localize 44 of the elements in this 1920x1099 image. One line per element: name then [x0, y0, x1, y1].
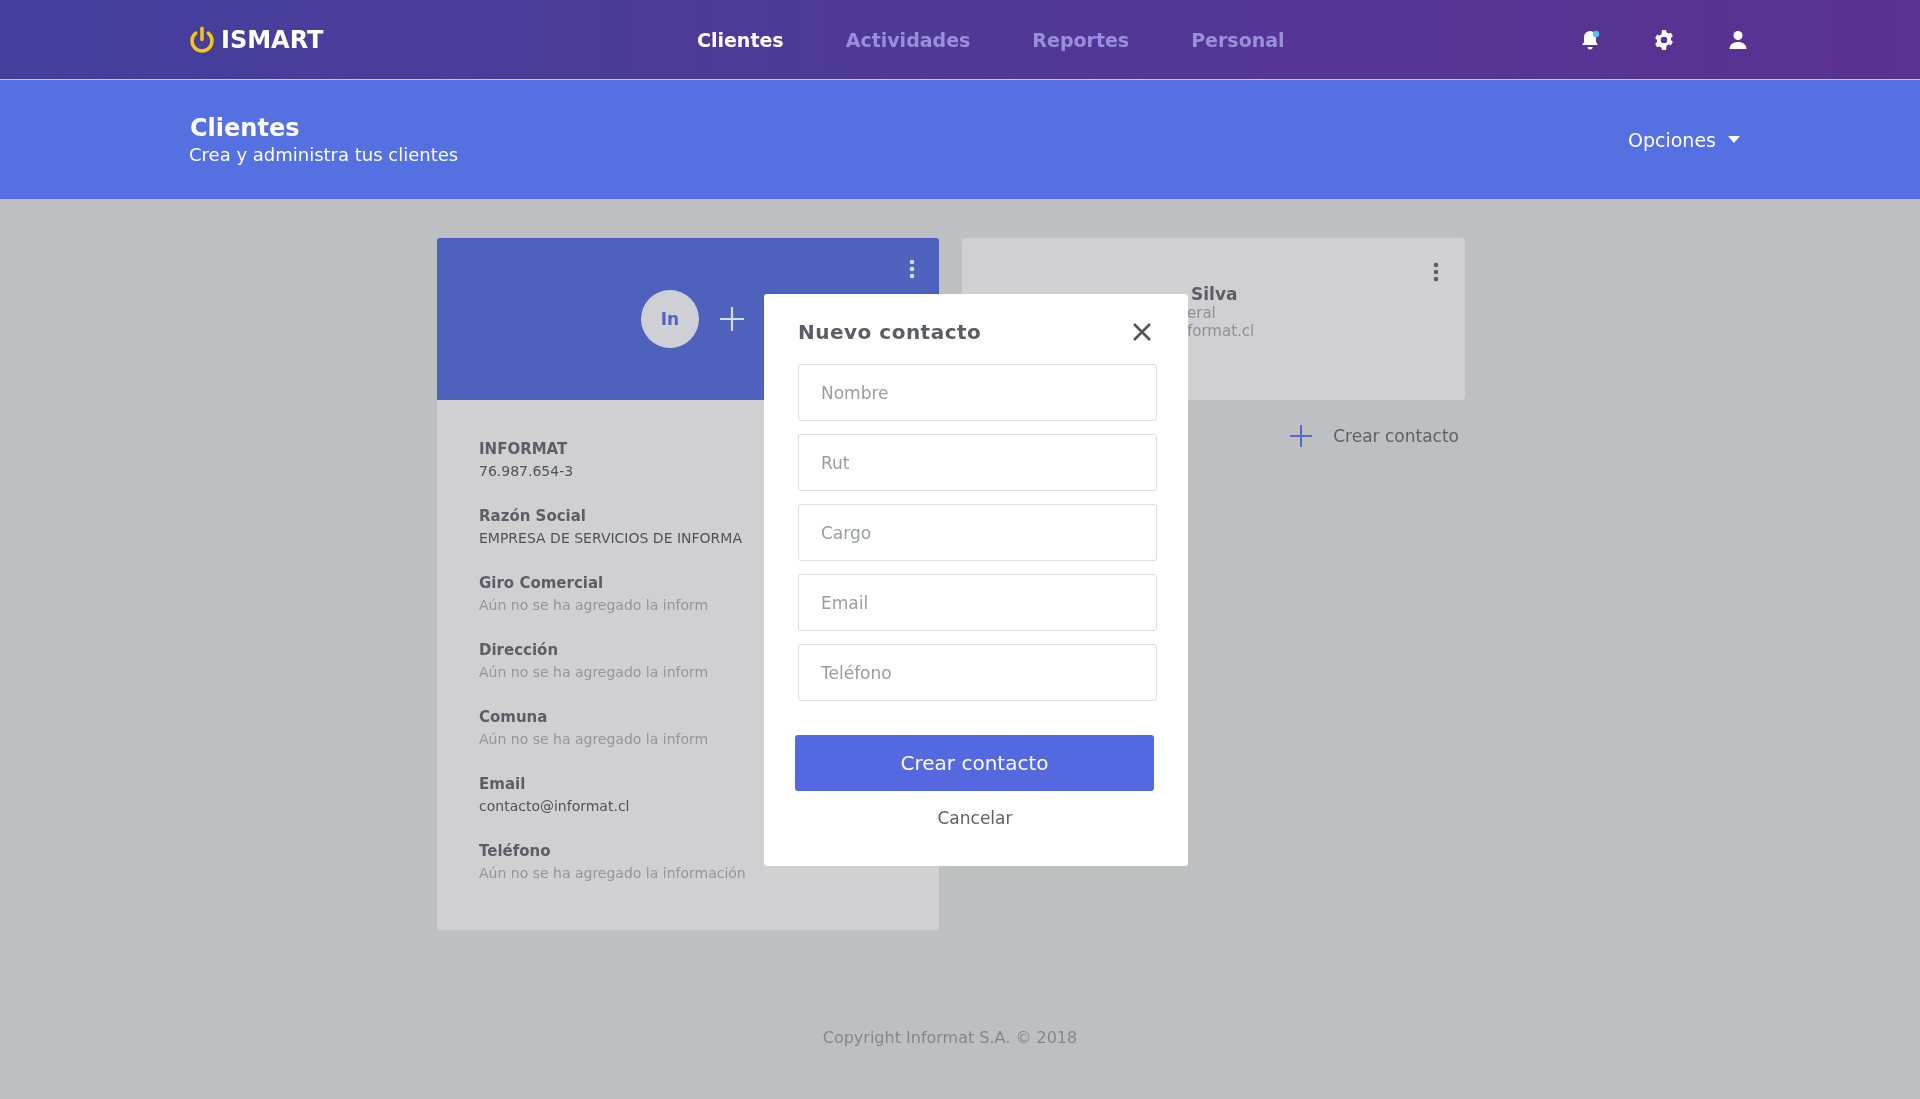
field-value: Aún no se ha agregado la información — [479, 864, 746, 883]
more-icon[interactable] — [909, 259, 915, 279]
contact-detail: eral — [1187, 304, 1217, 322]
contact-detail: format.cl — [1187, 322, 1255, 340]
page-title: Clientes — [190, 114, 301, 142]
input-field[interactable]: Rut — [798, 434, 1157, 491]
input-field[interactable]: Email — [798, 574, 1157, 631]
nav-tab[interactable]: Clientes — [697, 28, 784, 51]
nav-tab[interactable]: Personal — [1191, 28, 1285, 51]
more-icon[interactable] — [1433, 262, 1439, 282]
dialog-title: Nuevo contacto — [798, 320, 982, 344]
field-label: Teléfono — [479, 841, 551, 862]
caret-icon — [1728, 135, 1740, 144]
field-label: Email — [479, 774, 526, 795]
nav-tab[interactable]: Reportes — [1032, 28, 1130, 51]
field-value: EMPRESA DE SERVICIOS DE INFORMA — [479, 529, 742, 548]
field-label: Comuna — [479, 707, 548, 728]
field-value: Aún no se ha agregado la inform — [479, 596, 709, 615]
field-value: Aún no se ha agregado la inform — [479, 730, 709, 749]
field-label: INFORMAT — [479, 439, 568, 460]
contact-name: Silva — [1191, 284, 1239, 304]
field-value: contacto@informat.cl — [479, 797, 630, 816]
input-field[interactable]: Cargo — [798, 504, 1157, 561]
field-label: Dirección — [479, 640, 559, 661]
plus-icon — [1289, 424, 1314, 448]
copyright: Copyright Informat S.A. © 2018 — [822, 1028, 1078, 1047]
close-icon[interactable] — [1132, 322, 1152, 342]
power-icon — [187, 24, 217, 55]
page-subtitle: Crea y administra tus clientes — [189, 144, 459, 165]
cancel-button[interactable]: Cancelar — [937, 808, 1013, 828]
field-label: Razón Social — [479, 506, 586, 527]
input-field[interactable]: Nombre — [798, 364, 1157, 421]
create-contact-button[interactable]: Crear contacto — [795, 735, 1154, 791]
field-value: 76.987.654-3 — [479, 462, 574, 481]
plus-icon[interactable] — [719, 306, 745, 332]
input-field[interactable]: Teléfono — [798, 644, 1157, 701]
avatar: In — [641, 290, 699, 348]
create-contact-link[interactable]: Crear contacto — [1289, 424, 1459, 448]
nav-tab[interactable]: Actividades — [845, 28, 971, 51]
settings-icon[interactable] — [1652, 27, 1676, 52]
field-value: Aún no se ha agregado la inform — [479, 663, 709, 682]
options-dropdown[interactable]: Opciones — [1628, 128, 1740, 151]
brand-name: ISMART — [221, 25, 324, 54]
field-label: Giro Comercial — [479, 573, 604, 594]
